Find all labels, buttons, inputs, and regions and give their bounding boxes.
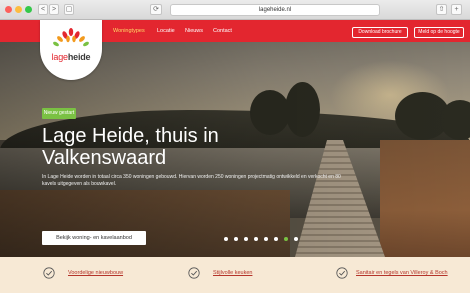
carousel-dot[interactable]: [284, 237, 288, 241]
share-button[interactable]: ⇧: [436, 4, 447, 15]
logo-wordmark: lageheide: [51, 52, 91, 62]
check-circle-icon: [336, 267, 348, 279]
carousel-dot[interactable]: [264, 237, 268, 241]
close-window-button[interactable]: [5, 6, 12, 13]
heather-flower-icon: [53, 28, 89, 47]
maximize-window-button[interactable]: [25, 6, 32, 13]
feature-link-keuken[interactable]: Stijlvolle keuken: [213, 270, 252, 277]
nav-link-contact[interactable]: Contact: [213, 26, 232, 36]
status-badge: Nieuw gestart: [42, 108, 76, 119]
new-tab-button[interactable]: +: [451, 4, 462, 15]
site-logo[interactable]: lageheide: [40, 20, 102, 80]
feature-link-voordelig[interactable]: Voordelige nieuwbouw: [68, 270, 123, 277]
sidebar-button[interactable]: ▢: [64, 4, 74, 15]
carousel-dot[interactable]: [244, 237, 248, 241]
carousel-dot[interactable]: [254, 237, 258, 241]
minimize-window-button[interactable]: [15, 6, 22, 13]
nav-link-locatie[interactable]: Locatie: [157, 26, 175, 36]
carousel-pagination: [224, 237, 324, 242]
carousel-dot[interactable]: [274, 237, 278, 241]
check-circle-icon: [188, 267, 200, 279]
nav-link-nieuws[interactable]: Nieuws: [185, 26, 203, 36]
reload-button[interactable]: ⟳: [150, 4, 162, 15]
carousel-dot[interactable]: [294, 237, 298, 241]
feature-link-sanitair[interactable]: Sanitair en tegels van Villeroy & Boch: [356, 270, 448, 277]
hero-description: In Lage Heide worden in totaal circa 350…: [42, 174, 341, 187]
page: < > ▢ ⟳ lageheide.nl ⇧ + Woningtypes Loc…: [0, 0, 470, 293]
back-button[interactable]: <: [38, 4, 48, 15]
address-bar[interactable]: lageheide.nl: [170, 4, 380, 16]
hero-headline: Lage Heide, thuis in Valkenswaard: [42, 125, 219, 169]
forward-button[interactable]: >: [49, 4, 59, 15]
view-offer-button[interactable]: Bekijk woning- en kavelaanbod: [42, 231, 146, 245]
nav-link-woningtypes[interactable]: Woningtypes: [113, 26, 145, 36]
check-circle-icon: [43, 267, 55, 279]
carousel-dot[interactable]: [234, 237, 238, 241]
carousel-dot[interactable]: [224, 237, 228, 241]
notify-button[interactable]: Meld op de hoogte: [414, 27, 464, 38]
browser-toolbar: < > ▢ ⟳ lageheide.nl ⇧ +: [0, 0, 470, 20]
download-brochure-button[interactable]: Download brochure: [352, 27, 408, 38]
